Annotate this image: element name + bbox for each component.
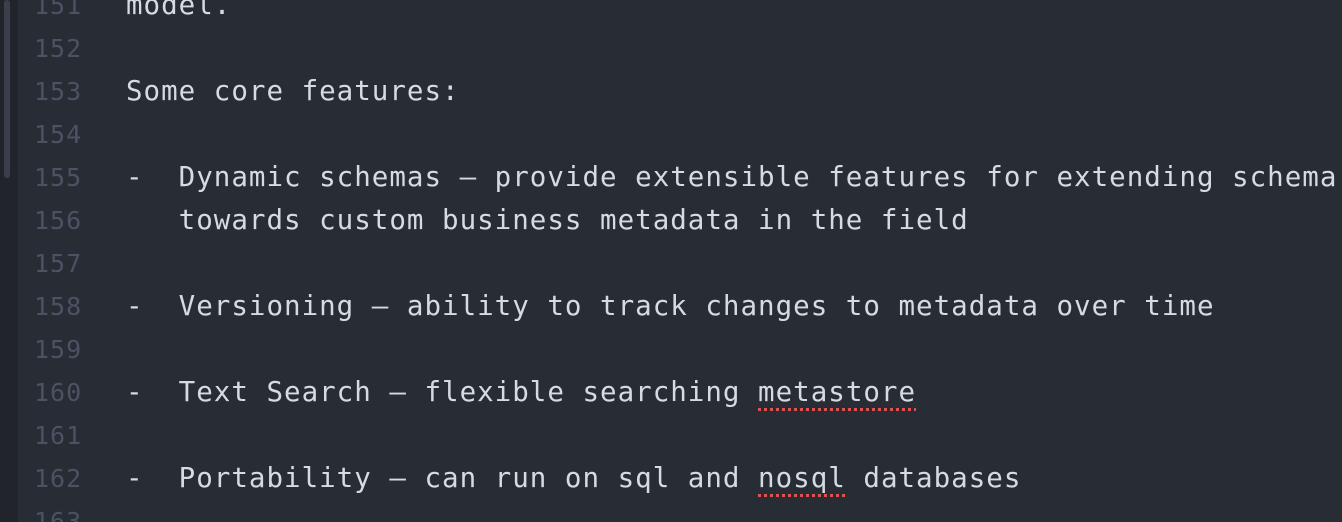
line-number: 161: [34, 421, 83, 450]
text-segment: - Portability – can run on sql and: [126, 462, 759, 494]
line-number: 162: [34, 464, 83, 493]
line-text[interactable]: - Versioning – ability to track changes …: [126, 285, 1215, 328]
text-segment: towards custom business metadata in the …: [126, 204, 969, 236]
editor-line[interactable]: 159: [0, 328, 1342, 371]
editor-line[interactable]: 155 - Dynamic schemas – provide extensibl…: [0, 156, 1342, 199]
line-number: 155: [34, 163, 83, 192]
editor-line[interactable]: 151 model.: [0, 0, 1342, 27]
misspelled-word[interactable]: nosql: [758, 462, 846, 494]
line-text[interactable]: - Text Search – flexible searching metas…: [126, 371, 916, 414]
line-number: 151: [34, 0, 83, 20]
line-text[interactable]: - Portability – can run on sql and nosql…: [126, 457, 1021, 500]
line-number: 159: [34, 335, 83, 364]
text-segment: databases: [845, 462, 1022, 494]
editor-line[interactable]: 158 - Versioning – ability to track chang…: [0, 285, 1342, 328]
text-editor[interactable]: 151 model. 152 153 Some core features: 154 155…: [0, 0, 1342, 522]
editor-lines[interactable]: 151 model. 152 153 Some core features: 154 155…: [0, 0, 1342, 522]
editor-line[interactable]: 156 towards custom business metadata in …: [0, 199, 1342, 242]
line-text[interactable]: model.: [126, 0, 231, 27]
editor-line[interactable]: 154: [0, 113, 1342, 156]
line-text[interactable]: Some core features:: [126, 70, 460, 113]
line-number: 156: [34, 206, 83, 235]
text-segment: - Dynamic schemas – provide extensible f…: [126, 161, 1338, 193]
editor-line[interactable]: 157: [0, 242, 1342, 285]
line-number: 152: [34, 34, 83, 63]
text-segment: - Versioning – ability to track changes …: [126, 290, 1215, 322]
line-text[interactable]: towards custom business metadata in the …: [126, 199, 969, 242]
line-number: 153: [34, 77, 83, 106]
editor-line[interactable]: 163: [0, 500, 1342, 522]
text-segment: model.: [126, 0, 232, 21]
editor-line[interactable]: 161: [0, 414, 1342, 457]
line-number: 157: [34, 249, 83, 278]
line-number: 158: [34, 292, 83, 321]
editor-line[interactable]: 162 - Portability – can run on sql and no…: [0, 457, 1342, 500]
text-segment: - Text Search – flexible searching: [126, 376, 759, 408]
editor-line[interactable]: 160 - Text Search – flexible searching me…: [0, 371, 1342, 414]
editor-line[interactable]: 153 Some core features:: [0, 70, 1342, 113]
line-number: 154: [34, 120, 83, 149]
text-segment: Some core features:: [126, 75, 460, 107]
editor-line[interactable]: 152: [0, 27, 1342, 70]
line-number: 160: [34, 378, 83, 407]
line-number: 163: [34, 507, 83, 522]
misspelled-word[interactable]: metastore: [758, 376, 916, 408]
line-text[interactable]: - Dynamic schemas – provide extensible f…: [126, 156, 1337, 199]
